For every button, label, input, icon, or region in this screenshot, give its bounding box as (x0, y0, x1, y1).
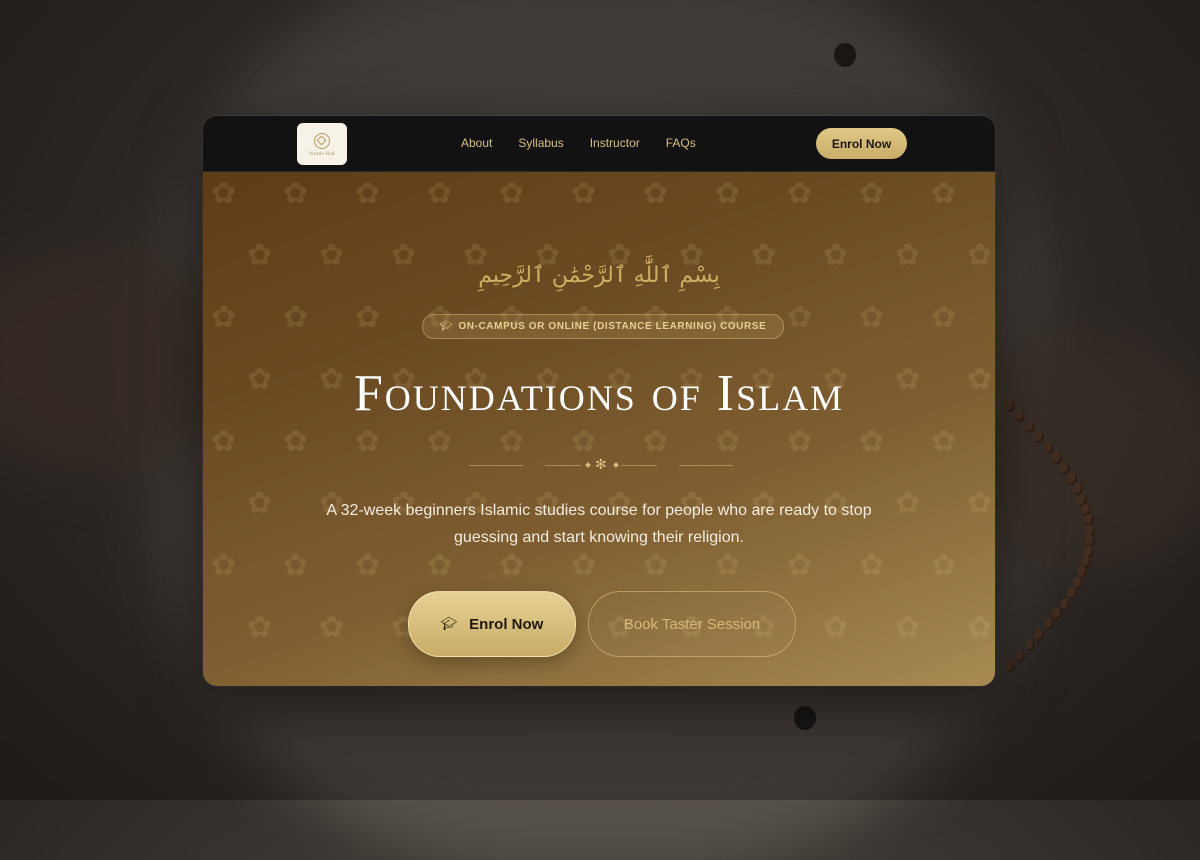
book-taster-button[interactable]: Book Taster Session (588, 591, 796, 657)
site-logo[interactable]: Ihsaan Hub (297, 123, 347, 165)
pattern-tile-icon: ✿ (859, 548, 885, 583)
pattern-tile-icon: ✿ (715, 176, 741, 211)
pattern-tile-icon: ✿ (211, 300, 237, 335)
hero-subtitle: A 32-week beginners Islamic studies cour… (326, 502, 872, 546)
pattern-tile-icon: ✿ (499, 176, 525, 211)
pattern-tile-icon: ✿ (283, 300, 309, 335)
pattern-tile-icon: ✿ (211, 176, 237, 211)
navbar: Ihsaan Hub About Syllabus Instructor FAQ… (203, 116, 995, 172)
pattern-tile-icon: ✿ (319, 610, 345, 645)
pattern-tile-icon: ✿ (643, 548, 669, 583)
pattern-tile-icon: ✿ (967, 610, 993, 645)
pattern-tile-icon: ✿ (931, 176, 957, 211)
graduation-cap-icon: 🎓︎ (439, 321, 453, 332)
hero-title: Foundations of Islam (353, 365, 845, 422)
pattern-tile-icon: ✿ (931, 548, 957, 583)
nav-link-syllabus[interactable]: Syllabus (518, 136, 563, 150)
pattern-tile-icon: ✿ (823, 610, 849, 645)
pattern-tile-icon: ✿ (355, 300, 381, 335)
pattern-tile-icon: ✿ (643, 176, 669, 211)
ornamental-divider: ✻ (469, 457, 733, 473)
logo-icon (314, 132, 330, 149)
pattern-tile-icon: ✿ (895, 610, 921, 645)
pattern-tile-icon: ✿ (427, 424, 453, 459)
pattern-tile-icon: ✿ (211, 548, 237, 583)
flower-ornament-icon: ✻ (595, 457, 607, 473)
pattern-tile-icon: ✿ (247, 610, 273, 645)
nav-links: About Syllabus Instructor FAQs (461, 136, 696, 150)
pattern-tile-icon: ✿ (355, 424, 381, 459)
nav-link-about[interactable]: About (461, 136, 492, 150)
pattern-tile-icon: ✿ (643, 424, 669, 459)
pattern-tile-icon: ✿ (283, 176, 309, 211)
pattern-tile-icon: ✿ (211, 424, 237, 459)
pattern-tile-icon: ✿ (859, 176, 885, 211)
pattern-tile-icon: ✿ (499, 424, 525, 459)
course-badge: 🎓︎ ON-CAMPUS OR ONLINE (DISTANCE LEARNIN… (422, 314, 784, 339)
pattern-tile-icon: ✿ (571, 424, 597, 459)
pattern-tile-icon: ✿ (787, 176, 813, 211)
pattern-tile-icon: ✿ (571, 548, 597, 583)
pattern-tile-icon: ✿ (499, 548, 525, 583)
pattern-tile-icon: ✿ (715, 548, 741, 583)
pattern-tile-icon: ✿ (895, 486, 921, 521)
pattern-tile-icon: ✿ (283, 548, 309, 583)
pattern-tile-icon: ✿ (355, 176, 381, 211)
pattern-tile-icon: ✿ (787, 548, 813, 583)
pattern-tile-icon: ✿ (859, 424, 885, 459)
book-taster-label: Book Taster Session (623, 615, 761, 633)
logo-text: Ihsaan Hub (309, 150, 335, 156)
nav-link-faqs[interactable]: FAQs (666, 136, 696, 150)
pattern-tile-icon: ✿ (859, 300, 885, 335)
nav-link-instructor[interactable]: Instructor (590, 136, 640, 150)
pattern-tile-icon: ✿ (571, 176, 597, 211)
nav-enrol-button[interactable]: Enrol Now (816, 128, 907, 159)
pattern-tile-icon: ✿ (355, 548, 381, 583)
pattern-tile-icon: ✿ (715, 424, 741, 459)
pattern-tile-icon: ✿ (427, 548, 453, 583)
badge-label: ON-CAMPUS OR ONLINE (DISTANCE LEARNING) … (458, 321, 767, 332)
pattern-tile-icon: ✿ (967, 486, 993, 521)
enrol-now-label: Enrol Now (469, 615, 544, 633)
website-preview: ✿ ✿ ✿ ✿ ✿ ✿ ✿ ✿ ✿ ✿ ✿ ✿ ✿ ✿ ✿ ✿ ✿ ✿ ✿ ✿ ✿ ✿ ✿ ✿ ✿ ✿ ✿ ✿ ✿ ✿ ✿ ✿ ✿ ✿ ✿ ✿ ✿ ✿ ✿ ✿… (203, 116, 995, 686)
pattern-tile-icon: ✿ (427, 176, 453, 211)
pattern-tile-icon: ✿ (787, 424, 813, 459)
pattern-tile-icon: ✿ (247, 486, 273, 521)
graduation-cap-icon: 🎓︎ (440, 616, 458, 632)
enrol-now-button[interactable]: 🎓︎ Enrol Now (408, 591, 576, 657)
pattern-tile-icon: ✿ (283, 424, 309, 459)
basmala-text: بِسْمِ ٱللَّٰهِ ٱلرَّحْمَٰنِ ٱلرَّحِيمِ (478, 263, 720, 288)
pattern-tile-icon: ✿ (787, 300, 813, 335)
pattern-tile-icon: ✿ (931, 300, 957, 335)
pattern-tile-icon: ✿ (931, 424, 957, 459)
